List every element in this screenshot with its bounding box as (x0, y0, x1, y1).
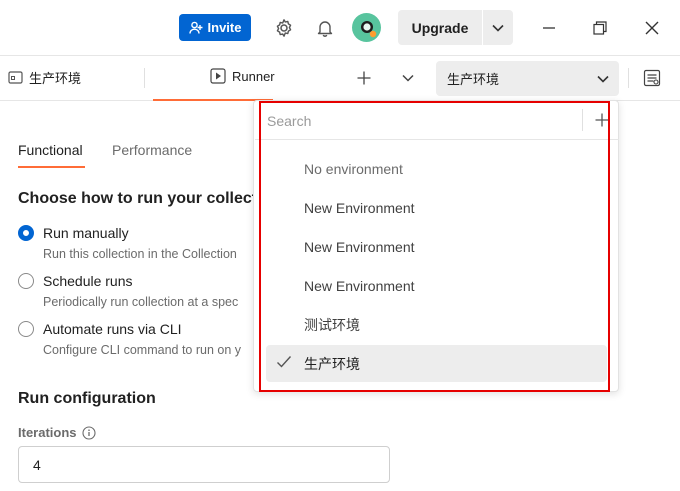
tab-functional[interactable]: Functional (18, 142, 83, 158)
tab-list-button[interactable] (396, 66, 420, 90)
iterations-label: Iterations (18, 425, 77, 440)
environment-selector[interactable]: 生产环境 (436, 61, 619, 96)
play-icon (210, 68, 226, 84)
run-manually-label: Run manually (43, 225, 129, 241)
chevron-down-icon (597, 75, 609, 83)
tab-performance[interactable]: Performance (112, 142, 192, 158)
automate-cli-label: Automate runs via CLI (43, 321, 182, 337)
upgrade-group: Upgrade (398, 10, 513, 45)
restore-icon (593, 21, 607, 35)
active-subtab-indicator (18, 166, 85, 168)
tab-environment[interactable]: 生产环境 (8, 68, 81, 87)
invite-label: Invite (207, 20, 242, 35)
new-tab-button[interactable] (352, 66, 376, 90)
run-configuration-heading: Run configuration (18, 390, 156, 407)
user-avatar-icon (360, 20, 376, 37)
add-environment-button[interactable] (591, 109, 613, 131)
search-divider (582, 109, 583, 131)
minimize-icon (543, 27, 555, 29)
upgrade-menu-button[interactable] (483, 10, 513, 45)
info-icon[interactable] (81, 425, 96, 440)
minimize-button[interactable] (535, 14, 563, 42)
plus-icon (357, 71, 371, 85)
quick-look-icon (643, 69, 661, 87)
tab-bar: 生产环境 Runner 生产环境 (0, 55, 680, 101)
automate-cli-description: Configure CLI command to run on y (43, 343, 242, 357)
settings-button[interactable] (270, 14, 298, 42)
run-manually-radio[interactable] (18, 225, 34, 241)
environment-quick-look-button[interactable] (640, 66, 664, 90)
notifications-button[interactable] (311, 14, 339, 42)
environment-selector-value: 生产环境 (447, 72, 500, 87)
close-icon (645, 21, 659, 35)
tab-divider (144, 68, 145, 88)
tab-environment-label: 生产环境 (29, 71, 82, 86)
automate-cli-radio[interactable] (18, 321, 34, 337)
invite-button[interactable]: Invite (179, 14, 251, 41)
run-manually-description: Run this collection in the Collection (43, 247, 237, 261)
add-user-icon (188, 21, 203, 34)
environment-icon (8, 71, 23, 84)
upgrade-button[interactable]: Upgrade (398, 10, 482, 45)
environment-divider (628, 68, 629, 88)
iterations-input[interactable]: 4 (18, 446, 390, 483)
automate-cli-option[interactable]: Automate runs via CLI Configure CLI comm… (18, 320, 241, 357)
environment-option-none[interactable]: No environment (266, 150, 607, 187)
environment-dropdown: Search No environment New Environment Ne… (253, 100, 619, 392)
run-manually-option[interactable]: Run manually Run this collection in the … (18, 224, 237, 261)
tab-runner-label: Runner (232, 68, 275, 84)
schedule-runs-option[interactable]: Schedule runs Periodically run collectio… (18, 272, 238, 309)
iterations-label-row: Iterations (18, 425, 96, 440)
environment-search-input[interactable]: Search (255, 102, 619, 140)
avatar[interactable] (352, 13, 381, 42)
chevron-down-icon (492, 24, 504, 32)
environment-option[interactable]: 测试环境 (266, 306, 607, 343)
gear-icon (276, 19, 292, 37)
schedule-runs-label: Schedule runs (43, 273, 133, 289)
environment-option[interactable]: New Environment (266, 189, 607, 226)
bell-icon (317, 21, 333, 37)
environment-search-placeholder: Search (267, 112, 312, 129)
title-bar: Invite Upgrade (0, 0, 680, 55)
choose-run-heading: Choose how to run your collect (18, 190, 258, 207)
plus-icon (595, 113, 609, 127)
iterations-value: 4 (33, 456, 41, 473)
selected-environment-label: 生产环境 (304, 355, 360, 372)
tab-runner[interactable]: Runner (210, 68, 275, 84)
environment-option-selected[interactable]: 生产环境 (266, 345, 607, 382)
environment-option[interactable]: New Environment (266, 267, 607, 304)
environment-option[interactable]: New Environment (266, 228, 607, 265)
schedule-runs-description: Periodically run collection at a spec (43, 295, 239, 309)
schedule-runs-radio[interactable] (18, 273, 34, 289)
chevron-down-icon (402, 74, 414, 82)
restore-button[interactable] (586, 14, 614, 42)
close-window-button[interactable] (638, 14, 666, 42)
checkmark-icon (277, 356, 292, 368)
